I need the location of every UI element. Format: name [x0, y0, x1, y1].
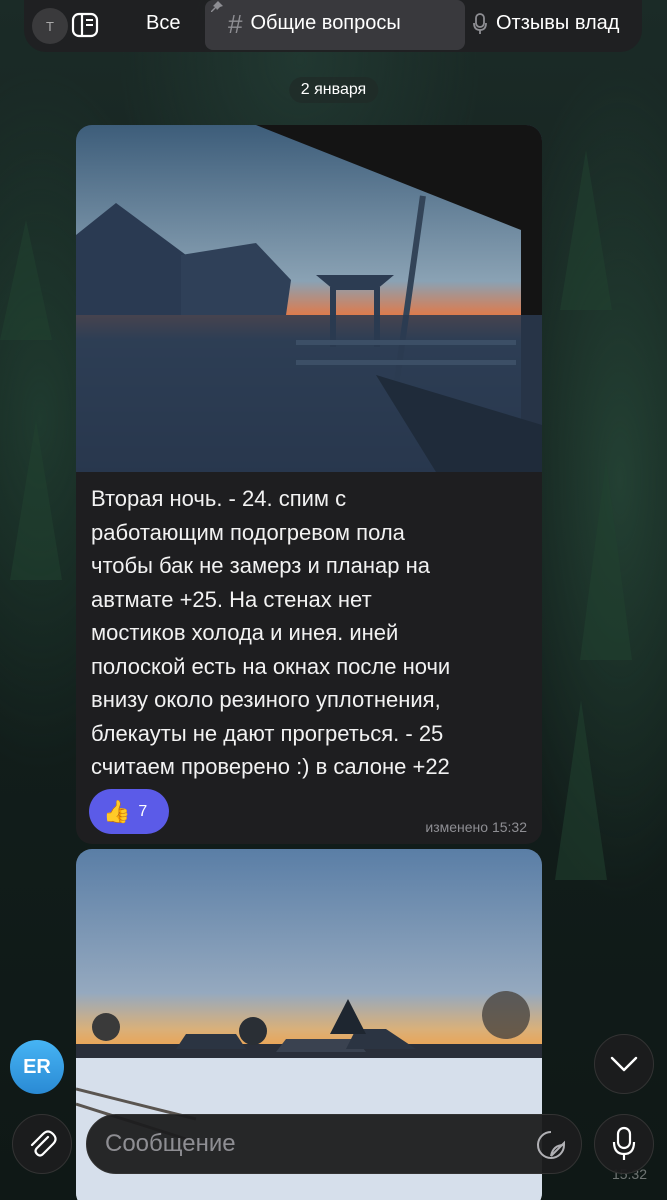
background-tree [555, 700, 607, 880]
background-tree [560, 150, 612, 310]
message-status: изменено 15:32 [425, 819, 527, 835]
sender-avatar[interactable]: ER [10, 1040, 64, 1094]
message-photo[interactable] [76, 125, 542, 472]
thumbs-up-icon: 👍 [103, 798, 131, 824]
message-text: Вторая ночь. - 24. спим с работающим под… [91, 486, 451, 779]
microphone-icon [612, 1126, 636, 1160]
tab-all[interactable]: Все [146, 12, 180, 35]
hash-icon: # [228, 8, 243, 39]
chevron-down-icon [610, 1056, 638, 1072]
message-bubble[interactable]: Вторая ночь. - 24. спим с работающим под… [76, 125, 542, 844]
pin-icon [211, 1, 223, 12]
reaction-like[interactable]: 👍 7 [89, 789, 169, 834]
background-tree [10, 420, 62, 580]
chat-folder-tabs: Т Все # Общие вопросы Отзывы влад [24, 0, 642, 52]
reaction-count: 7 [138, 802, 148, 820]
message-composer [86, 1114, 582, 1174]
sticker-icon[interactable] [535, 1129, 567, 1161]
sidebar-icon[interactable] [70, 10, 100, 40]
background-tree [0, 220, 52, 340]
microphone-icon [473, 12, 487, 34]
date-separator: 2 января [288, 77, 379, 103]
background-tree [580, 460, 632, 660]
tab-general-questions[interactable]: # Общие вопросы [228, 8, 401, 39]
tab-reviews[interactable]: Отзывы влад [472, 12, 619, 35]
chat-avatar[interactable]: Т [32, 8, 68, 44]
attach-button[interactable] [12, 1114, 72, 1174]
tab-label: Отзывы влад [496, 12, 620, 34]
voice-message-button[interactable] [594, 1114, 654, 1174]
scroll-down-button[interactable] [594, 1034, 654, 1094]
paperclip-icon [30, 1130, 57, 1157]
tab-label: Общие вопросы [250, 12, 401, 34]
message-input[interactable] [105, 1130, 515, 1158]
